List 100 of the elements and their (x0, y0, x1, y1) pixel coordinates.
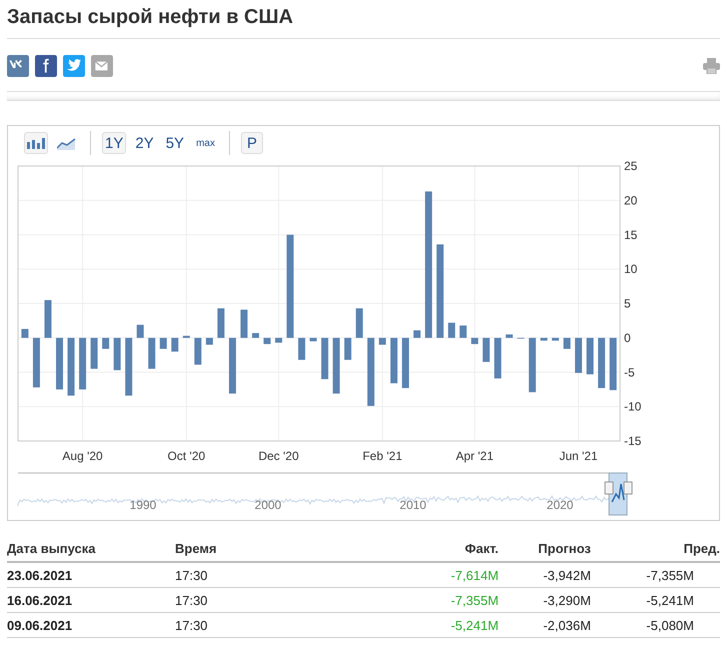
chart-bar (56, 338, 64, 390)
y-axis-label: 5 (624, 296, 631, 310)
chart-bar (574, 338, 582, 373)
chart-bar (171, 338, 178, 352)
navigator-year-label: 1990 (130, 498, 156, 512)
period-button[interactable]: 5Y (162, 132, 188, 154)
p-button[interactable]: P (240, 132, 263, 154)
table-cell: 17:30 (175, 588, 415, 612)
email-icon[interactable] (91, 55, 113, 77)
column-header: Факт. (415, 535, 499, 562)
chart-bar (494, 338, 502, 378)
chart-bar (148, 338, 156, 369)
y-axis-label: 25 (624, 159, 638, 173)
table-cell: -5,241M (590, 588, 720, 612)
chart-bar (114, 338, 121, 370)
chart-bar (44, 300, 52, 338)
chart-bar (275, 338, 282, 343)
chart-bar (448, 322, 456, 338)
column-header: Пред. (590, 535, 720, 562)
navigator-year-label: 2010 (400, 498, 426, 512)
column-header: Дата выпуска (7, 535, 175, 562)
x-axis-label: Dec '20 (258, 449, 299, 463)
chart-bar (68, 338, 75, 396)
x-axis-label: Jun '21 (559, 449, 598, 463)
table-cell: -5,080M (590, 612, 720, 638)
chart-bar (240, 310, 248, 338)
y-axis-label: 10 (624, 262, 638, 276)
table-cell: -7,355M (415, 588, 499, 612)
chart-bar (356, 308, 363, 338)
navigator-handle[interactable] (604, 482, 614, 494)
chart-bar (414, 330, 421, 338)
navigator-year-label: 2000 (254, 498, 282, 512)
chart-bar (252, 333, 260, 338)
chart-bar (552, 338, 559, 341)
area-chart-icon (57, 136, 76, 150)
y-axis-label: -15 (624, 434, 642, 448)
navigator-selection-line (611, 483, 625, 502)
chart-bar (136, 324, 144, 338)
table-cell: -7,614M (415, 562, 499, 588)
chart-bar (332, 338, 340, 394)
y-axis-label: 15 (624, 228, 638, 242)
facebook-icon[interactable] (35, 55, 57, 77)
period-button[interactable]: max (193, 132, 218, 154)
table-cell: 16.06.2021 (7, 588, 175, 612)
page-title: Запасы сырой нефти в США (6, 5, 294, 30)
y-axis-label: -10 (624, 400, 642, 414)
chart-bar (21, 328, 28, 338)
y-axis-label: -5 (624, 365, 635, 380)
chart-bar (598, 338, 606, 388)
chart-bar (194, 338, 202, 365)
table-cell: -5,241M (415, 612, 499, 638)
table-cell: -3,942M (498, 562, 591, 588)
chart-bar (79, 338, 86, 390)
chart-bar (610, 338, 617, 390)
x-axis-label: Feb '21 (362, 449, 402, 463)
x-axis-label: Oct '20 (168, 449, 206, 463)
chart-bar (160, 338, 167, 349)
navigator-year-label: 2020 (546, 498, 574, 512)
chart-bar (217, 308, 224, 338)
chart-type-button[interactable] (24, 132, 48, 154)
twitter-icon[interactable] (63, 55, 85, 77)
chart-bar (125, 338, 132, 396)
chart-bar (586, 338, 594, 374)
x-axis-label: Apr '21 (456, 449, 494, 463)
chart-bar (563, 338, 570, 349)
chart-bar (460, 326, 467, 338)
table-cell: 09.06.2021 (7, 612, 175, 638)
x-axis-label: Aug '20 (62, 449, 103, 463)
table-cell: 23.06.2021 (7, 562, 175, 588)
chart-bar (344, 338, 352, 360)
chart-bar (540, 338, 548, 341)
chart-bar (528, 338, 536, 392)
y-axis-label: 20 (624, 193, 638, 208)
chart-bar (402, 338, 409, 388)
chart-bar (390, 338, 398, 384)
chart-bar (90, 338, 98, 369)
column-header: Прогноз (498, 535, 591, 562)
chart-bar (310, 338, 317, 342)
chart-bar (298, 338, 306, 360)
chart-bar (367, 338, 374, 406)
chart-bar (102, 338, 110, 349)
period-button[interactable]: 1Y (102, 132, 126, 154)
bar-chart-icon (27, 137, 45, 149)
table-cell: 17:30 (175, 562, 415, 588)
navigator-handle[interactable] (624, 482, 632, 494)
y-axis-label: 0 (624, 330, 631, 345)
table-cell: -3,290M (498, 588, 591, 612)
table-cell: -7,355M (590, 562, 720, 588)
chart-bar (182, 336, 190, 338)
chart-bar (482, 338, 490, 362)
chart-bar (321, 338, 328, 380)
period-button[interactable]: 2Y (132, 132, 157, 154)
print-icon[interactable] (703, 58, 720, 74)
table-cell: -2,036M (498, 612, 591, 638)
column-header: Время (175, 535, 415, 562)
vk-icon[interactable] (7, 55, 29, 77)
chart-bar (32, 338, 40, 388)
chart-bar (506, 334, 513, 338)
chart-bar (229, 338, 236, 394)
table-cell: 17:30 (175, 612, 415, 638)
